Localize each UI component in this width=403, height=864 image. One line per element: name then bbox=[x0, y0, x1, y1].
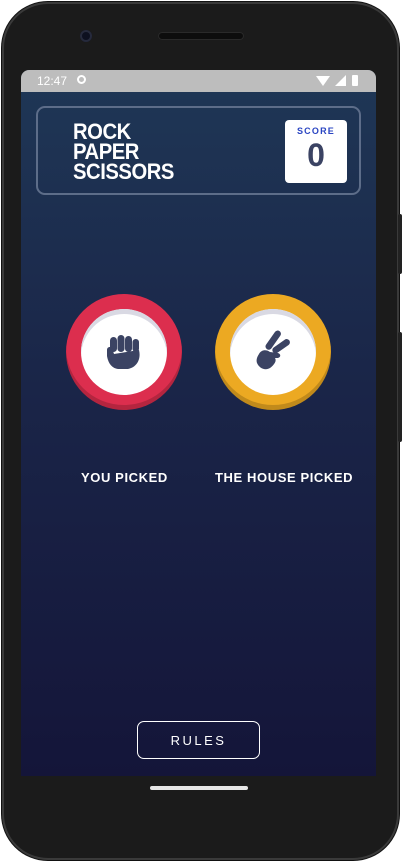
volume-button bbox=[398, 332, 402, 442]
game-logo: ROCK PAPER SCISSORS bbox=[73, 121, 174, 184]
score-label: SCORE bbox=[296, 126, 335, 136]
player-pick-token-face bbox=[81, 309, 167, 395]
status-bar: 12:47 bbox=[21, 70, 376, 92]
power-button bbox=[398, 214, 402, 274]
player-pick-token bbox=[66, 294, 182, 410]
score-value: 0 bbox=[307, 137, 325, 173]
app-screen: 12:47 ROCK PAPER SCISSORS SCORE 0 YOU PI… bbox=[21, 70, 376, 776]
battery-icon bbox=[352, 75, 358, 86]
earpiece-speaker bbox=[158, 32, 244, 40]
scissors-icon bbox=[256, 330, 290, 370]
you-picked-label: YOU PICKED bbox=[81, 470, 168, 485]
house-pick-token bbox=[215, 294, 331, 410]
score-box: SCORE 0 bbox=[285, 120, 347, 183]
score-header: ROCK PAPER SCISSORS SCORE 0 bbox=[36, 106, 361, 195]
rules-button[interactable]: RULES bbox=[137, 721, 260, 759]
settings-icon bbox=[77, 75, 86, 84]
rock-icon bbox=[107, 335, 140, 369]
logo-line-scissors: SCISSORS bbox=[73, 159, 174, 184]
home-indicator[interactable] bbox=[150, 786, 248, 790]
house-picked-label: THE HOUSE PICKED bbox=[215, 470, 354, 485]
wifi-icon bbox=[316, 76, 330, 86]
signal-icon bbox=[335, 75, 346, 86]
status-time: 12:47 bbox=[37, 74, 68, 88]
house-pick-token-face bbox=[230, 309, 316, 395]
front-camera bbox=[80, 30, 92, 42]
